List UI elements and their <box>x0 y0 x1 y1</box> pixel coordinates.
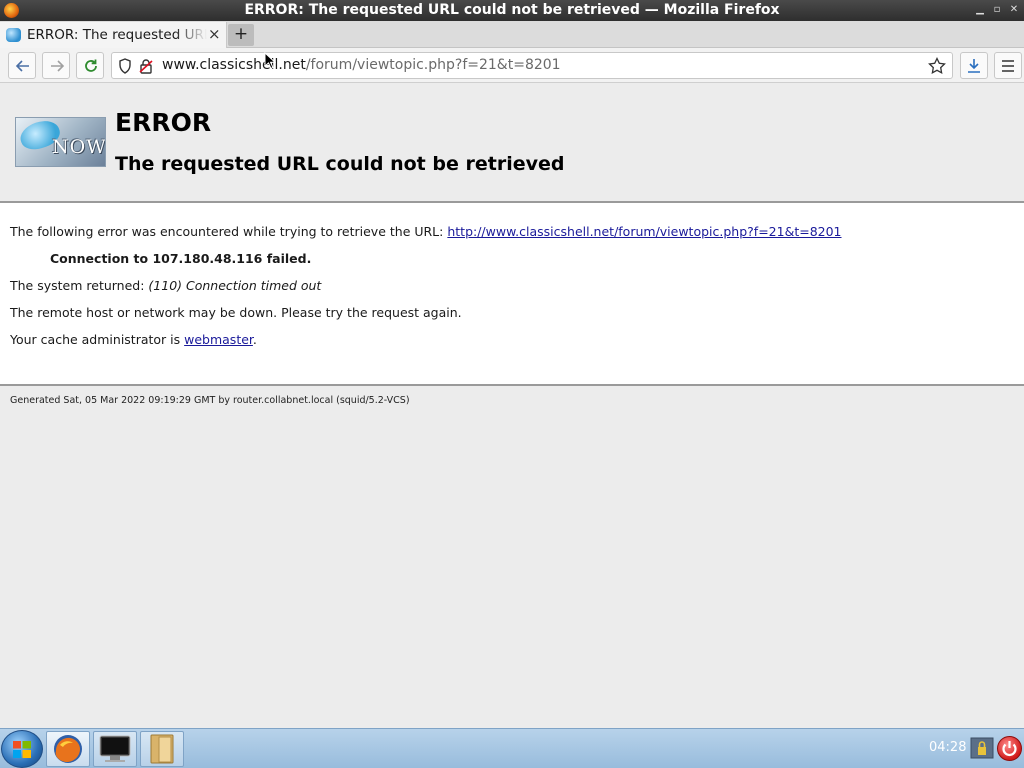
cache-admin-suffix: . <box>252 332 257 347</box>
tab-error-page[interactable]: ERROR: The requested URL could not be re… <box>0 22 227 48</box>
taskbar-terminal[interactable] <box>93 731 137 767</box>
mouse-cursor-icon <box>264 52 276 70</box>
terminal-icon <box>99 735 131 762</box>
restore-icon[interactable]: ▫ <box>991 4 1003 16</box>
remote-down-text: The remote host or network may be down. … <box>10 305 462 320</box>
power-button[interactable] <box>997 736 1022 761</box>
url-text: www.classicshell.net/forum/viewtopic.php… <box>162 57 561 73</box>
forward-button[interactable] <box>42 52 70 79</box>
error-body: The following error was encountered whil… <box>0 203 1024 384</box>
page-subtitle: The requested URL could not be retrieved <box>115 153 565 175</box>
url-host: www.classicshell.net <box>162 57 306 73</box>
arrow-right-icon <box>51 60 65 72</box>
cache-admin-prefix: Your cache administrator is <box>10 332 185 347</box>
webmaster-link[interactable]: webmaster <box>184 332 253 347</box>
system-returned-value: (110) Connection timed out <box>148 278 322 293</box>
minimize-icon[interactable]: ▁ <box>974 4 986 16</box>
logo-text: NOW <box>52 136 106 158</box>
error-header: NOW ERROR The requested URL could not be… <box>0 84 1024 201</box>
tab-close-icon[interactable]: × <box>208 25 221 43</box>
app-menu-button[interactable] <box>994 52 1022 79</box>
url-bar[interactable]: www.classicshell.net/forum/viewtopic.php… <box>111 52 953 79</box>
shield-icon[interactable] <box>118 58 132 74</box>
reload-button[interactable] <box>76 52 104 79</box>
page-content: NOW ERROR The requested URL could not be… <box>0 84 1024 728</box>
arrow-left-icon <box>15 60 29 72</box>
error-intro-text: The following error was encountered whil… <box>10 224 448 239</box>
tab-title: ERROR: The requested URL could not be re… <box>27 27 207 43</box>
taskbar: 04:28 <box>0 728 1024 768</box>
window-titlebar: ERROR: The requested URL could not be re… <box>0 0 1024 21</box>
lock-screen-icon[interactable] <box>970 737 994 759</box>
page-title: ERROR <box>115 108 212 137</box>
system-returned-line: The system returned: (110) Connection ti… <box>10 278 321 293</box>
error-intro-line: The following error was encountered whil… <box>10 224 842 239</box>
insecure-lock-icon[interactable] <box>139 58 153 74</box>
windows-flag-icon <box>13 741 31 758</box>
cache-admin-line: Your cache administrator is webmaster. <box>10 332 257 347</box>
close-icon[interactable]: ✕ <box>1008 4 1020 16</box>
generated-footer: Generated Sat, 05 Mar 2022 09:19:29 GMT … <box>10 395 410 406</box>
start-button[interactable] <box>1 730 43 768</box>
power-icon <box>1002 741 1017 756</box>
new-tab-button[interactable]: + <box>228 24 254 46</box>
squid-logo: NOW <box>15 117 106 167</box>
navigation-toolbar: www.classicshell.net/forum/viewtopic.php… <box>0 48 1024 83</box>
url-path: /forum/viewtopic.php?f=21&t=8201 <box>305 57 561 73</box>
back-button[interactable] <box>8 52 36 79</box>
system-returned-label: The system returned: <box>10 278 149 293</box>
taskbar-file-manager[interactable] <box>140 731 184 767</box>
clock: 04:28 <box>929 740 967 755</box>
firefox-icon <box>54 735 82 763</box>
reload-icon <box>85 59 97 72</box>
divider <box>0 384 1024 386</box>
downloads-button[interactable] <box>960 52 988 79</box>
bookmark-star-icon[interactable] <box>928 57 946 75</box>
folder-icon <box>150 734 174 764</box>
window-title: ERROR: The requested URL could not be re… <box>244 2 780 18</box>
download-icon <box>968 59 980 73</box>
taskbar-firefox[interactable] <box>46 731 90 767</box>
connection-failed-text: Connection to 107.180.48.116 failed. <box>50 251 312 266</box>
squid-favicon-icon <box>6 28 21 42</box>
error-url-link[interactable]: http://www.classicshell.net/forum/viewto… <box>447 224 841 239</box>
tab-strip: ERROR: The requested URL could not be re… <box>0 21 1024 48</box>
hamburger-menu-icon <box>1002 60 1014 72</box>
